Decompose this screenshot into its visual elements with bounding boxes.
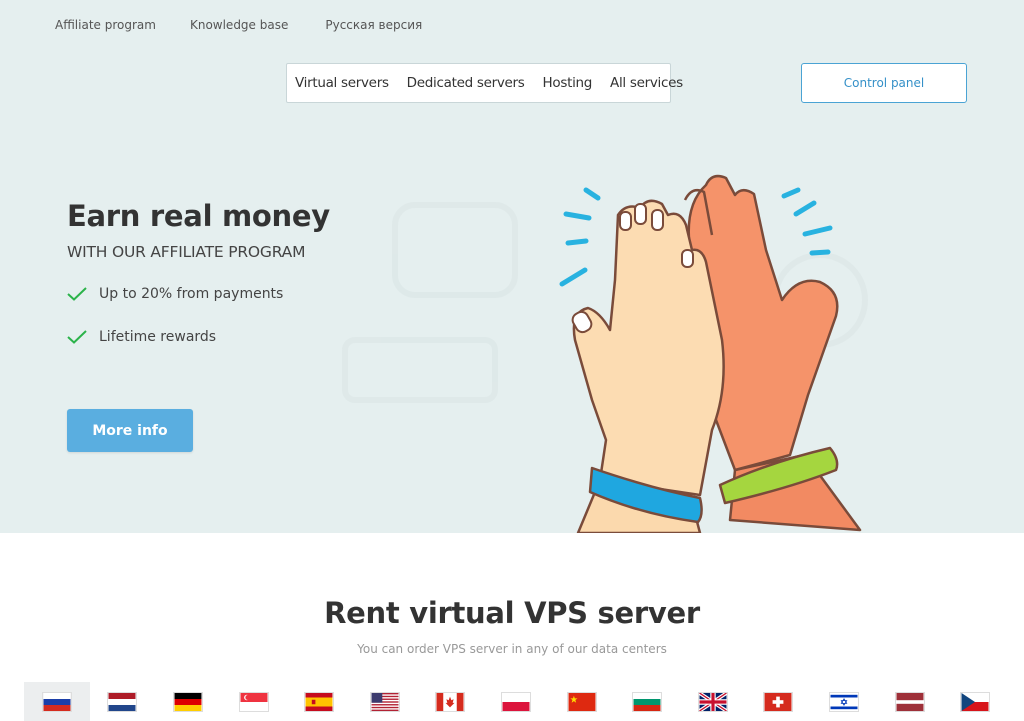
flag-tab-singapore[interactable]: [221, 682, 287, 721]
flag-tab-germany[interactable]: [155, 682, 221, 721]
flag-tab-uk[interactable]: [680, 682, 746, 721]
flag-tab-russia[interactable]: [24, 682, 90, 721]
section-subtitle: You can order VPS server in any of our d…: [357, 642, 667, 656]
latvia-flag-icon: [894, 691, 925, 712]
flag-tab-switzerland[interactable]: [746, 682, 812, 721]
china-flag-icon: [566, 691, 597, 712]
flag-tab-israel[interactable]: [811, 682, 877, 721]
top-links: Affiliate program Knowledge base Русская…: [55, 18, 422, 32]
flag-tab-china[interactable]: [549, 682, 615, 721]
more-info-button[interactable]: More info: [67, 409, 193, 452]
flag-tab-usa[interactable]: [352, 682, 418, 721]
hero-banner: Affiliate program Knowledge base Русская…: [0, 0, 1024, 533]
nav-dedicated-servers[interactable]: Dedicated servers: [407, 75, 525, 91]
section-title: Rent virtual VPS server: [324, 596, 700, 630]
germany-flag-icon: [172, 691, 203, 712]
hero-title: Earn real money: [67, 199, 330, 233]
nav-hosting[interactable]: Hosting: [543, 75, 593, 91]
check-icon: [67, 330, 87, 344]
singapore-flag-icon: [238, 691, 269, 712]
nav-all-services[interactable]: All services: [610, 75, 683, 91]
russian-version-link[interactable]: Русская версия: [325, 18, 422, 32]
hero-subtitle: WITH OUR AFFILIATE PROGRAM: [67, 243, 306, 261]
datacenter-flag-tabs: [24, 682, 1008, 721]
flag-tab-bulgaria[interactable]: [614, 682, 680, 721]
bulgaria-flag-icon: [632, 691, 663, 712]
affiliate-program-link[interactable]: Affiliate program: [55, 18, 156, 32]
spain-flag-icon: [304, 691, 335, 712]
flag-tab-netherlands[interactable]: [90, 682, 156, 721]
flag-tab-czech[interactable]: [942, 682, 1008, 721]
poland-flag-icon: [500, 691, 531, 712]
check-icon: [67, 287, 87, 301]
canada-flag-icon: [435, 691, 466, 712]
czech-flag-icon: [960, 691, 991, 712]
knowledge-base-link[interactable]: Knowledge base: [190, 18, 288, 32]
control-panel-button[interactable]: Control panel: [801, 63, 967, 103]
main-nav: Virtual servers Dedicated servers Hostin…: [286, 63, 683, 103]
flag-tab-spain[interactable]: [286, 682, 352, 721]
nav-virtual-servers[interactable]: Virtual servers: [295, 75, 389, 91]
benefit-label: Lifetime rewards: [99, 329, 217, 345]
switzerland-flag-icon: [763, 691, 794, 712]
flag-tab-poland[interactable]: [483, 682, 549, 721]
benefit-label: Up to 20% from payments: [99, 286, 284, 302]
uk-flag-icon: [697, 691, 728, 712]
usa-flag-icon: [369, 691, 400, 712]
israel-flag-icon: [828, 691, 859, 712]
russia-flag-icon: [41, 691, 72, 712]
benefit-item: Up to 20% from payments: [67, 286, 283, 302]
flag-tab-latvia[interactable]: [877, 682, 943, 721]
high-five-illustration: [342, 174, 868, 533]
netherlands-flag-icon: [107, 691, 138, 712]
flag-tab-canada[interactable]: [418, 682, 484, 721]
benefit-item: Lifetime rewards: [67, 329, 216, 345]
